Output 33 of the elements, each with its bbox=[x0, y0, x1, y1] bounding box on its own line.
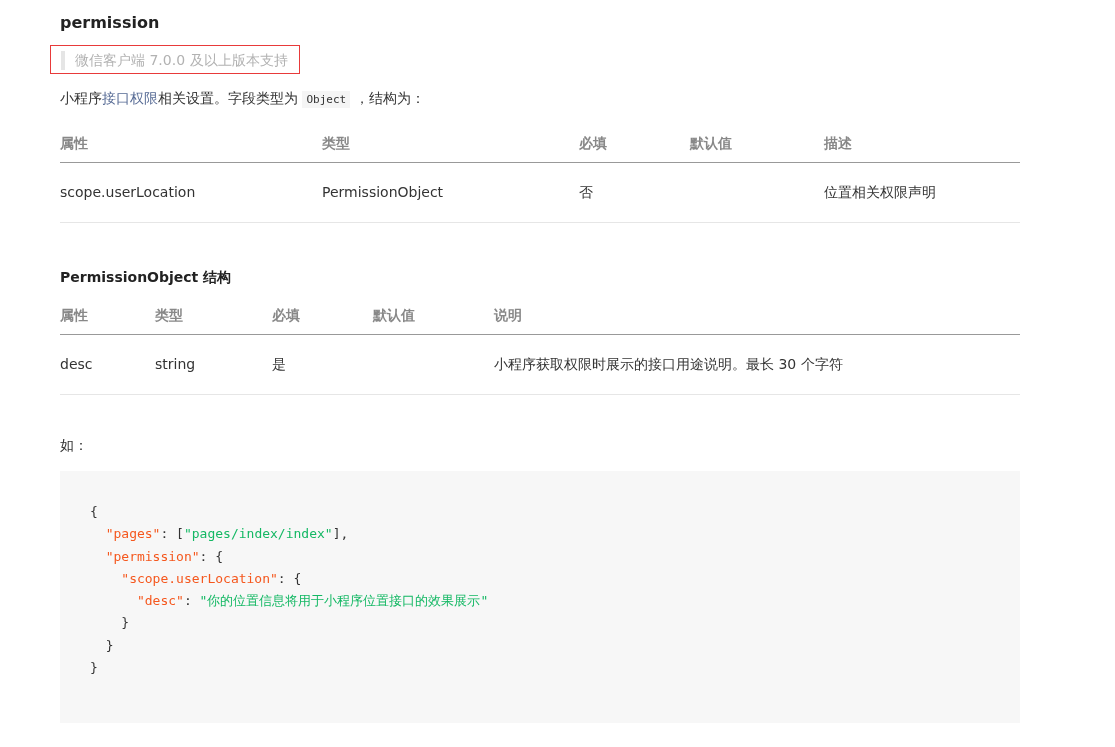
table-cell: 位置相关权限声明 bbox=[824, 184, 936, 200]
table-cell: 是 bbox=[272, 356, 286, 372]
code-line: "pages": ["pages/index/index"], bbox=[104, 526, 349, 542]
code-line: "permission": { bbox=[104, 548, 224, 564]
code-line: { bbox=[90, 504, 98, 519]
code-line: "desc": "你的位置信息将用于小程序位置接口的效果展示" bbox=[135, 593, 489, 609]
inline-code: Object bbox=[302, 91, 351, 108]
table-cell: scope.userLocation bbox=[60, 184, 196, 200]
table-cell: string bbox=[155, 356, 196, 372]
column-header: 默认值 bbox=[373, 307, 416, 325]
column-header: 说明 bbox=[494, 307, 523, 325]
code-line: "scope.userLocation": { bbox=[120, 570, 302, 586]
code-line: } bbox=[120, 615, 130, 631]
table-cell: 小程序获取权限时展示的接口用途说明。最长 30 个字符 bbox=[494, 356, 843, 372]
permission-link[interactable]: 接口权限 bbox=[102, 90, 158, 106]
code-line: } bbox=[104, 637, 114, 653]
column-header: 类型 bbox=[322, 135, 351, 153]
column-header: 属性 bbox=[60, 307, 89, 325]
table-heading: PermissionObject 结构 bbox=[60, 268, 233, 287]
column-header: 描述 bbox=[824, 135, 853, 153]
column-header: 必填 bbox=[579, 135, 608, 153]
table-cell: 否 bbox=[579, 184, 593, 200]
table-cell: PermissionObject bbox=[322, 184, 444, 200]
example-label: 如： bbox=[60, 436, 89, 455]
column-header: 必填 bbox=[272, 307, 301, 325]
section-title: permission bbox=[60, 12, 161, 34]
column-header: 类型 bbox=[155, 307, 184, 325]
column-header: 默认值 bbox=[690, 135, 733, 153]
version-note: 微信客户端 7.0.0 及以上版本支持 bbox=[61, 51, 288, 70]
table-cell: desc bbox=[60, 356, 93, 372]
column-header: 属性 bbox=[60, 135, 89, 153]
code-line: } bbox=[90, 660, 98, 676]
intro-text: 小程序接口权限相关设置。字段类型为 Object ，结构为： bbox=[60, 89, 426, 110]
